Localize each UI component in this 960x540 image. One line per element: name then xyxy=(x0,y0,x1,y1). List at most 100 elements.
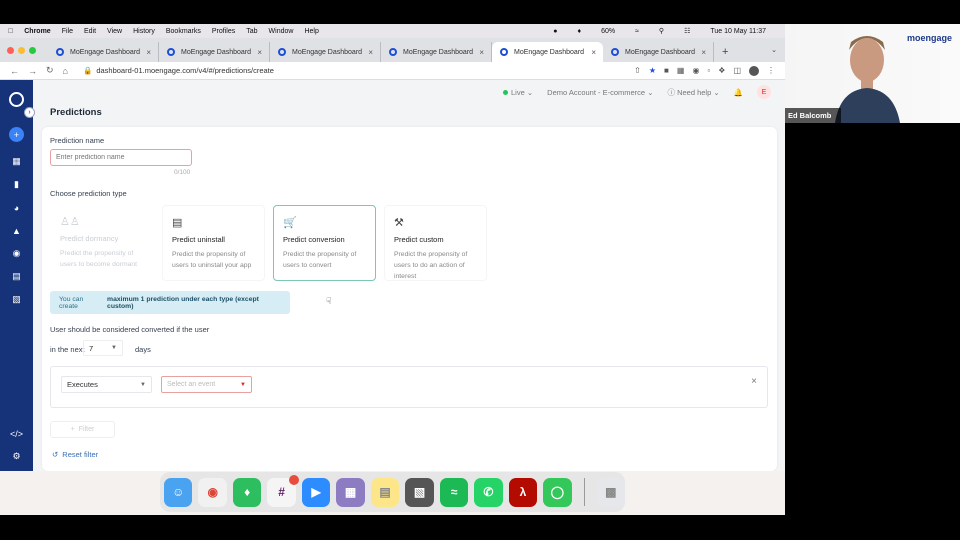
zoom-window-button[interactable] xyxy=(29,47,36,54)
close-tab-icon[interactable]: × xyxy=(701,48,706,57)
segments-pie-icon[interactable]: ◕ xyxy=(10,201,23,214)
menu-tab[interactable]: Tab xyxy=(246,28,257,35)
forward-icon[interactable]: → xyxy=(28,66,37,76)
settings-gear-icon[interactable]: ⚙ xyxy=(10,450,23,463)
moengage-logo-icon[interactable] xyxy=(9,92,24,107)
catalog-stack-icon[interactable]: ▧ xyxy=(10,293,23,306)
content-document-icon[interactable]: ▤ xyxy=(10,270,23,283)
evernote-icon[interactable]: ♦ xyxy=(232,477,262,507)
spotify-icon[interactable]: ≈ xyxy=(439,477,469,507)
menu-window[interactable]: Window xyxy=(269,28,294,35)
browser-tab[interactable]: MoEngage Dashboard × xyxy=(48,42,159,62)
extension-icon[interactable]: ▫ xyxy=(707,66,710,75)
new-tab-button[interactable]: + xyxy=(722,46,728,58)
extension-icon[interactable]: ◉ xyxy=(692,66,699,75)
battery-label[interactable]: 60% xyxy=(601,28,615,35)
menu-file[interactable]: File xyxy=(62,28,73,35)
char-counter: 0/100 xyxy=(174,169,191,176)
slack-icon[interactable]: # xyxy=(267,474,299,507)
close-tab-icon[interactable]: × xyxy=(257,48,262,57)
executes-select[interactable]: Executes ▼ xyxy=(61,376,152,393)
sidebar-collapse-chevron-icon[interactable]: › xyxy=(24,107,35,118)
flows-icon[interactable]: ◉ xyxy=(10,247,23,260)
close-tab-icon[interactable]: × xyxy=(591,48,596,57)
live-status-dropdown[interactable]: Live ⌄ xyxy=(503,88,533,97)
filter-label: Filter xyxy=(78,426,95,433)
menu-view[interactable]: View xyxy=(107,28,122,35)
calculator-icon[interactable]: ▧ xyxy=(405,477,434,507)
menu-help[interactable]: Help xyxy=(304,28,318,35)
type-card-conversion[interactable]: 🛒 Predict conversion Predict the propens… xyxy=(273,205,376,281)
launchpad-icon[interactable]: ▦ xyxy=(336,477,365,507)
executes-value: Executes xyxy=(67,380,98,389)
event-select[interactable]: Select an event ▼ xyxy=(161,376,252,393)
notes-icon[interactable]: ▤ xyxy=(370,477,400,507)
create-plus-icon[interactable]: + xyxy=(9,127,24,142)
prediction-name-input[interactable] xyxy=(50,149,192,166)
browser-tab[interactable]: MoEngage Dashboard × xyxy=(159,42,270,62)
notifications-bell-icon[interactable]: 🔔 xyxy=(734,88,743,97)
extensions-puzzle-icon[interactable]: ❖ xyxy=(718,66,725,75)
user-avatar[interactable]: E xyxy=(757,85,771,99)
finder-icon[interactable]: ☺ xyxy=(164,477,193,507)
tab-title: MoEngage Dashboard xyxy=(514,48,585,56)
messages-icon[interactable]: ◯ xyxy=(543,477,572,507)
type-card-uninstall[interactable]: ▤ Predict uninstall Predict the propensi… xyxy=(162,205,265,281)
add-filter-button[interactable]: + Filter xyxy=(50,421,115,438)
menu-history[interactable]: History xyxy=(133,28,155,35)
close-window-button[interactable] xyxy=(7,47,14,54)
extension-icon[interactable]: ■ xyxy=(664,66,669,75)
trash-icon[interactable]: ▩ xyxy=(596,477,626,507)
help-dropdown[interactable]: ⓘ Need help ⌄ xyxy=(667,87,719,98)
clock[interactable]: Tue 10 May 11:37 xyxy=(710,28,766,35)
analytics-bar-icon[interactable]: ▮ xyxy=(10,178,23,191)
menu-profiles[interactable]: Profiles xyxy=(212,28,235,35)
browser-tab[interactable]: MoEngage Dashboard × xyxy=(270,42,381,62)
browser-tab[interactable]: MoEngage Dashboard × xyxy=(603,42,714,62)
menu-kebab-icon[interactable]: ⋮ xyxy=(767,66,775,75)
close-tab-icon[interactable]: × xyxy=(146,48,151,57)
url-field[interactable]: 🔒 dashboard-01.moengage.com/v4/#/predicti… xyxy=(83,66,274,75)
menubar-app-name[interactable]: Chrome xyxy=(24,28,50,35)
info-bold-text: maximum 1 prediction under each type (ex… xyxy=(107,295,259,310)
remove-rule-close-icon[interactable]: × xyxy=(751,376,757,387)
whatsapp-icon[interactable]: ✆ xyxy=(474,477,503,507)
back-icon[interactable]: ← xyxy=(10,66,19,76)
zoom-icon[interactable]: ▶ xyxy=(301,477,331,507)
sidepanel-icon[interactable]: ◫ xyxy=(733,66,741,75)
days-select[interactable]: 7 ▼ xyxy=(83,340,123,356)
control-center-icon[interactable]: ☷ xyxy=(684,27,690,35)
close-tab-icon[interactable]: × xyxy=(368,48,373,57)
home-icon[interactable]: ⌂ xyxy=(63,66,68,76)
address-bar: ← → ↻ ⌂ 🔒 dashboard-01.moengage.com/v4/#/… xyxy=(0,62,785,80)
close-tab-icon[interactable]: × xyxy=(479,48,484,57)
status-icon[interactable]: ● xyxy=(553,28,557,35)
reset-filter-link[interactable]: ↺ Reset filter xyxy=(52,450,98,459)
bluetooth-icon[interactable]: ♦ xyxy=(577,28,581,35)
minimize-window-button[interactable] xyxy=(18,47,25,54)
search-icon[interactable]: ⚲ xyxy=(659,27,664,35)
reload-icon[interactable]: ↻ xyxy=(46,65,54,76)
chrome-icon[interactable]: ◉ xyxy=(198,477,227,507)
page-title: Predictions xyxy=(50,107,102,118)
menu-bookmarks[interactable]: Bookmarks xyxy=(166,28,201,35)
apple-icon[interactable]:  xyxy=(8,28,13,35)
tab-search-chevron-icon[interactable]: ⌄ xyxy=(771,46,777,54)
dashboard-icon[interactable]: ▦ xyxy=(10,155,23,168)
menu-edit[interactable]: Edit xyxy=(84,28,96,35)
tab-title: MoEngage Dashboard xyxy=(70,48,141,56)
wifi-icon[interactable]: ≈ xyxy=(635,28,639,35)
browser-tab[interactable]: MoEngage Dashboard × xyxy=(381,42,492,62)
acrobat-icon[interactable]: λ xyxy=(508,477,538,507)
profile-avatar[interactable] xyxy=(749,65,759,76)
campaigns-megaphone-icon[interactable]: ▲ xyxy=(10,224,23,237)
share-icon[interactable]: ⇧ xyxy=(634,66,641,75)
account-dropdown[interactable]: Demo Account - E-commerce ⌄ xyxy=(547,88,653,97)
type-card-dormancy[interactable]: ♙♙ Predict dormancy Predict the propensi… xyxy=(51,205,154,281)
browser-tab-active[interactable]: MoEngage Dashboard × xyxy=(492,42,603,62)
presenter-name-tag: Ed Balcomb xyxy=(785,108,841,123)
bookmark-star-icon[interactable]: ★ xyxy=(649,66,656,75)
type-card-custom[interactable]: ⚒ Predict custom Predict the propensity … xyxy=(384,205,487,281)
code-icon[interactable]: </> xyxy=(10,427,23,440)
extension-icon[interactable]: ▦ xyxy=(677,66,685,75)
